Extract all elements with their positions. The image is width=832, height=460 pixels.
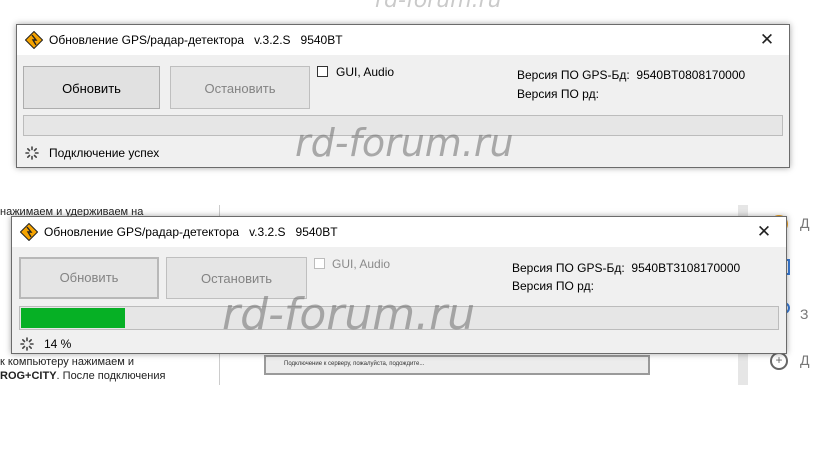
- gui-audio-label: GUI, Audio: [332, 257, 391, 271]
- rd-version-label: Версия ПО рд:: [512, 279, 594, 293]
- watermark: rd-forum.ru: [222, 289, 476, 340]
- background-status-dialog: Подключение к серверу, пожалуйста, подож…: [264, 355, 650, 375]
- window-title: Обновление GPS/радар-детектора v.3.2.S 9…: [49, 33, 343, 47]
- gui-audio-label: GUI, Audio: [336, 65, 395, 79]
- title-bar[interactable]: Обновление GPS/радар-детектора v.3.2.S 9…: [17, 25, 789, 55]
- update-button[interactable]: Обновить: [19, 257, 159, 299]
- updater-window-2: Обновление GPS/радар-детектора v.3.2.S 9…: [11, 216, 787, 354]
- gps-version-label: Версия ПО GPS-Бд: 9540BT3108170000: [512, 261, 741, 275]
- progress-percent-text: 14 %: [44, 337, 72, 351]
- loading-spinner-icon: [20, 337, 34, 351]
- background-letter: Д: [800, 352, 810, 368]
- title-bar[interactable]: Обновление GPS/радар-детектора v.3.2.S 9…: [12, 217, 786, 247]
- rd-version-label: Версия ПО рд:: [517, 87, 599, 101]
- app-warning-icon: [25, 31, 43, 49]
- loading-spinner-icon: [25, 146, 39, 160]
- window-title: Обновление GPS/радар-детектора v.3.2.S 9…: [44, 225, 338, 239]
- background-text-line: ROG+CITY. После подключения: [0, 370, 166, 382]
- watermark: rd-forum.ru: [295, 121, 514, 165]
- gui-audio-checkbox[interactable]: [314, 258, 325, 269]
- gui-audio-checkbox[interactable]: [317, 66, 328, 77]
- gps-version-label: Версия ПО GPS-Бд: 9540BT0808170000: [517, 68, 746, 82]
- background-letter: Д: [800, 215, 810, 231]
- updater-window-1: Обновление GPS/радар-детектора v.3.2.S 9…: [16, 24, 790, 168]
- update-button[interactable]: Обновить: [23, 66, 160, 109]
- stop-button[interactable]: Остановить: [170, 66, 310, 109]
- close-icon[interactable]: ✕: [745, 25, 789, 55]
- app-warning-icon: [20, 223, 38, 241]
- status-text: Подключение успех: [49, 146, 160, 160]
- background-dialog-text: Подключение к серверу, пожалуйста, подож…: [284, 361, 425, 367]
- background-plus-circle-icon: +: [770, 352, 788, 370]
- background-text-line: к компьютеру нажимаем и: [0, 356, 135, 368]
- progress-fill: [21, 308, 126, 328]
- site-watermark-top: rd-forum.ru: [375, 0, 502, 13]
- close-icon[interactable]: ✕: [742, 217, 786, 247]
- background-letter: З: [800, 306, 809, 322]
